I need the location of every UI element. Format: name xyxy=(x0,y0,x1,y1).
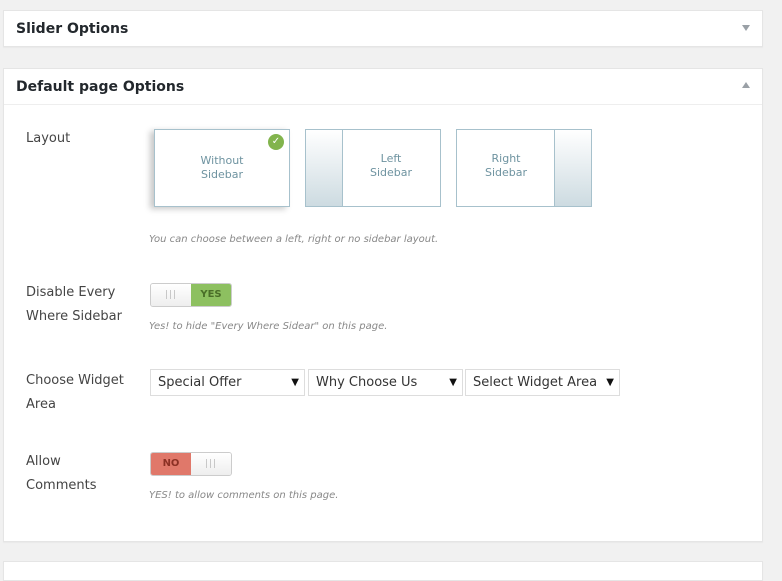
layout-option-line1: Left xyxy=(380,152,402,165)
disable-sidebar-label: Disable Every Where Sidebar xyxy=(26,281,136,329)
layout-option-line2: Sidebar xyxy=(200,168,244,181)
comments-label-line1: Allow xyxy=(26,454,61,469)
disable-sidebar-label-line1: Disable Every xyxy=(26,285,116,300)
dropdown-caret-icon: ▼ xyxy=(291,377,299,388)
disable-sidebar-toggle[interactable]: ||| YES xyxy=(150,283,232,307)
comments-description: YES! to allow comments on this page. xyxy=(149,490,339,501)
layout-option-line2: Sidebar xyxy=(369,166,413,179)
expand-arrow-icon[interactable] xyxy=(742,25,750,31)
left-sidebar-preview xyxy=(306,130,343,206)
layout-option-without-sidebar[interactable]: Without Sidebar ✓ xyxy=(154,129,290,207)
default-page-options-panel: Default page Options Layout Without Side… xyxy=(3,68,763,542)
collapse-arrow-icon[interactable] xyxy=(742,82,750,88)
select-value: Why Choose Us xyxy=(316,375,418,390)
select-value: Select Widget Area xyxy=(473,375,598,390)
layout-option-right-sidebar[interactable]: Right Sidebar xyxy=(456,129,592,207)
widget-area-select-1[interactable]: Special Offer ▼ xyxy=(150,369,305,396)
disable-sidebar-label-line2: Where Sidebar xyxy=(26,309,122,324)
slider-options-title[interactable]: Slider Options xyxy=(4,11,762,47)
layout-label: Layout xyxy=(26,131,71,146)
layout-option-left-sidebar[interactable]: Left Sidebar xyxy=(305,129,441,207)
right-sidebar-preview xyxy=(554,130,591,206)
dropdown-caret-icon: ▼ xyxy=(606,377,614,388)
layout-option-line1: Right xyxy=(491,152,521,165)
widget-area-select-2[interactable]: Why Choose Us ▼ xyxy=(308,369,463,396)
toggle-state-yes: YES xyxy=(191,284,231,306)
widget-area-select-3[interactable]: Select Widget Area ▼ xyxy=(465,369,620,396)
comments-label-line2: Comments xyxy=(26,478,97,493)
widget-area-label-line1: Choose Widget xyxy=(26,373,124,388)
layout-option-line1: Without xyxy=(200,154,244,167)
next-panel xyxy=(3,561,763,581)
disable-sidebar-description: Yes! to hide "Every Where Sidear" on thi… xyxy=(149,321,388,332)
comments-label: Allow Comments xyxy=(26,450,136,498)
allow-comments-toggle[interactable]: NO ||| xyxy=(150,452,232,476)
default-page-options-title[interactable]: Default page Options xyxy=(4,69,762,105)
layout-description: You can choose between a left, right or … xyxy=(149,234,439,245)
slider-options-panel: Slider Options xyxy=(3,10,763,47)
widget-area-label-line2: Area xyxy=(26,397,56,412)
check-icon: ✓ xyxy=(268,134,284,150)
toggle-state-no: NO xyxy=(151,453,191,475)
layout-option-line2: Sidebar xyxy=(484,166,528,179)
select-value: Special Offer xyxy=(158,375,242,390)
dropdown-caret-icon: ▼ xyxy=(449,377,457,388)
toggle-handle-icon: ||| xyxy=(151,284,191,306)
widget-area-label: Choose Widget Area xyxy=(26,369,136,417)
toggle-handle-icon: ||| xyxy=(191,453,231,475)
